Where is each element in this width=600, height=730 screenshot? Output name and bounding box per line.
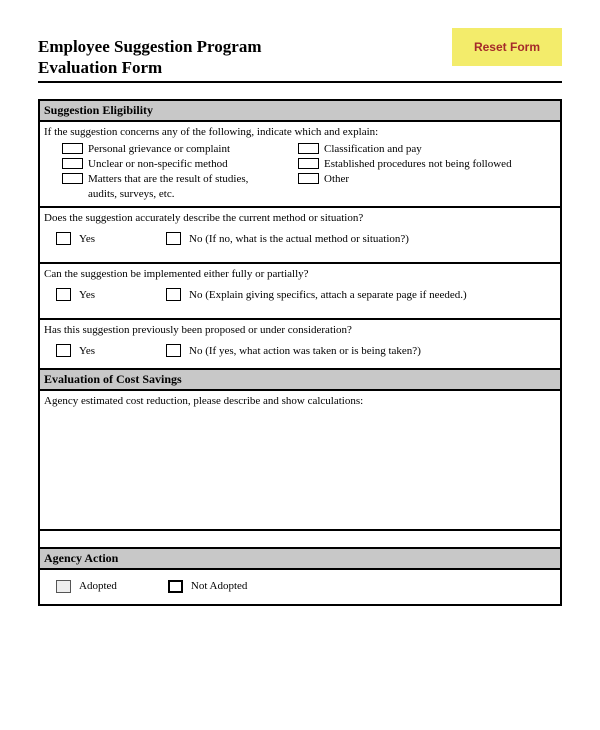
checkbox-other[interactable]: [298, 173, 319, 184]
evaluation-form: Suggestion Eligibility If the suggestion…: [38, 99, 562, 607]
title-line-2: Evaluation Form: [38, 58, 162, 77]
question-text: Has this suggestion previously been prop…: [44, 323, 556, 338]
checkbox-studies-audits[interactable]: [62, 173, 83, 184]
option-label: Unclear or non-specific method: [88, 157, 228, 172]
checkbox-q1-yes[interactable]: [56, 232, 71, 245]
option-label: Other: [324, 172, 349, 187]
checkbox-personal-grievance[interactable]: [62, 143, 83, 154]
checkbox-classification-pay[interactable]: [298, 143, 319, 154]
label-no: No (If yes, what action was taken or is …: [189, 344, 421, 359]
page-title: Employee Suggestion Program Evaluation F…: [38, 28, 262, 79]
checkbox-procedures-not-followed[interactable]: [298, 158, 319, 169]
checkbox-q1-no[interactable]: [166, 232, 181, 245]
checkbox-q2-no[interactable]: [166, 288, 181, 301]
agency-action-cell: Adopted Not Adopted: [39, 569, 561, 605]
question-accurate-description: Does the suggestion accurately describe …: [39, 207, 561, 263]
section-header-cost-savings: Evaluation of Cost Savings: [39, 369, 561, 390]
label-adopted: Adopted: [79, 579, 117, 594]
label-yes: Yes: [79, 232, 95, 247]
label-yes: Yes: [79, 344, 95, 359]
checkbox-unclear-method[interactable]: [62, 158, 83, 169]
section-header-eligibility: Suggestion Eligibility: [39, 100, 561, 121]
option-label: Matters that are the result of studies, …: [88, 172, 268, 202]
checkbox-q2-yes[interactable]: [56, 288, 71, 301]
checkbox-q3-yes[interactable]: [56, 344, 71, 357]
question-text: Can the suggestion be implemented either…: [44, 267, 556, 282]
eligibility-intro: If the suggestion concerns any of the fo…: [44, 125, 556, 140]
title-underline: [38, 81, 562, 83]
checkbox-not-adopted[interactable]: [168, 580, 183, 593]
option-label: Classification and pay: [324, 142, 422, 157]
question-text: Does the suggestion accurately describe …: [44, 211, 556, 226]
eligibility-options-cell: If the suggestion concerns any of the fo…: [39, 121, 561, 207]
label-no: No (If no, what is the actual method or …: [189, 232, 409, 247]
label-no: No (Explain giving specifics, attach a s…: [189, 288, 467, 303]
cost-reduction-cell[interactable]: Agency estimated cost reduction, please …: [39, 390, 561, 530]
section-header-agency-action: Agency Action: [39, 548, 561, 569]
blank-cell: [39, 530, 561, 548]
reset-form-button[interactable]: Reset Form: [452, 28, 562, 66]
question-previously-proposed: Has this suggestion previously been prop…: [39, 319, 561, 370]
option-label: Personal grievance or complaint: [88, 142, 230, 157]
option-label: Established procedures not being followe…: [324, 157, 512, 172]
cost-reduction-prompt: Agency estimated cost reduction, please …: [44, 394, 556, 409]
label-not-adopted: Not Adopted: [191, 579, 248, 594]
question-can-implement: Can the suggestion be implemented either…: [39, 263, 561, 319]
checkbox-q3-no[interactable]: [166, 344, 181, 357]
checkbox-adopted[interactable]: [56, 580, 71, 593]
label-yes: Yes: [79, 288, 95, 303]
title-line-1: Employee Suggestion Program: [38, 37, 262, 56]
